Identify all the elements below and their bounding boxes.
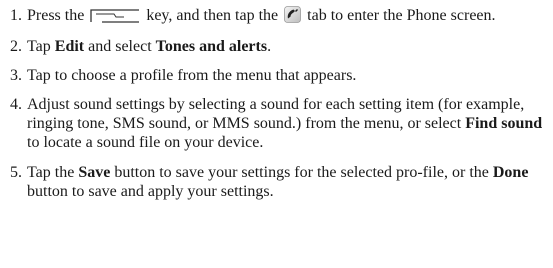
step-1: 1. Press the key, and then tap the tab t…	[10, 6, 550, 28]
save-label: Save	[78, 164, 111, 181]
edit-label: Edit	[54, 38, 85, 55]
tones-and-alerts-label: Tones and alerts	[155, 38, 268, 55]
step-5: 5. Tap the Save button to save your sett…	[10, 163, 550, 201]
step-number: 4.	[10, 96, 22, 113]
phone-handset-icon	[284, 6, 302, 28]
step-number: 2.	[10, 38, 22, 55]
step-2: 2. Tap Edit and select Tones and alerts.	[10, 37, 550, 56]
step-text: to locate a sound file on your device.	[27, 134, 264, 151]
step-text: Tap	[27, 38, 55, 55]
step-text: Press the	[27, 7, 85, 24]
done-label: Done	[492, 164, 529, 181]
step-text: Tap the	[27, 164, 79, 181]
step-number: 1.	[10, 7, 22, 24]
instruction-steps: 1. Press the key, and then tap the tab t…	[10, 6, 550, 201]
step-number: 3.	[10, 67, 22, 84]
home-key-icon	[90, 9, 140, 28]
step-3: 3. Tap to choose a profile from the menu…	[10, 66, 550, 85]
step-text: button to save and apply your settings.	[27, 183, 274, 200]
step-text: Adjust sound settings by selecting a sou…	[27, 96, 525, 132]
step-text: and select	[84, 38, 156, 55]
step-text: .	[267, 38, 272, 55]
step-text: key, and then tap the	[146, 7, 279, 24]
find-sound-label: Find sound	[465, 115, 543, 132]
step-text: tab to enter the Phone screen.	[307, 7, 496, 24]
step-text: button to save your settings for the sel…	[110, 164, 493, 181]
step-4: 4. Adjust sound settings by selecting a …	[10, 95, 550, 152]
step-number: 5.	[10, 164, 22, 181]
step-text: Tap to choose a profile from the menu th…	[27, 67, 357, 84]
